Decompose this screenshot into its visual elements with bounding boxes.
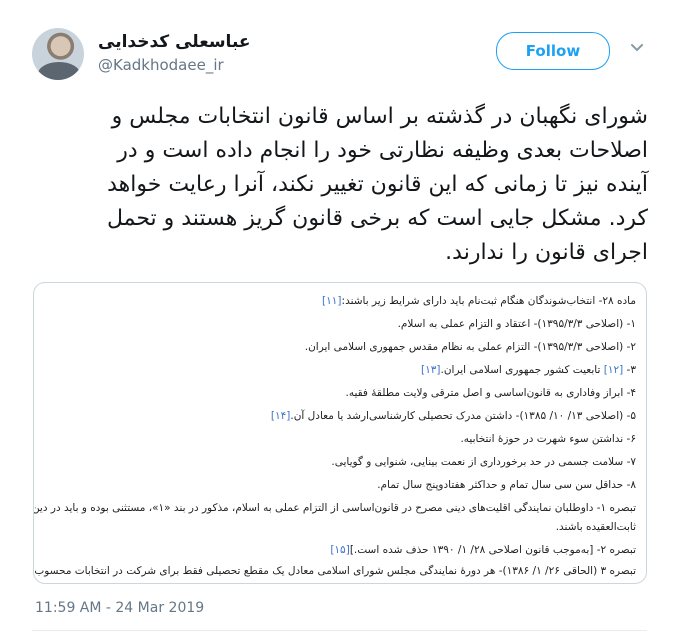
user-names[interactable]: عباسعلی کدخدایی @Kadkhodaee_ir bbox=[98, 32, 251, 74]
law-line: ۴- ابراز وفاداری به قانون‌اساسی و اصل مت… bbox=[345, 387, 636, 399]
law-line: ۸- حداقل سن سی سال تمام و حداکثر هفتادوپ… bbox=[377, 479, 636, 491]
law-line: ۶- نداشتن سوء شهرت در حوزهٔ انتخابیه. bbox=[460, 433, 636, 445]
attached-image-law-text[interactable]: ماده ۲۸- انتخاب‌شوندگان هنگام ثبت‌نام با… bbox=[33, 282, 647, 584]
law-line: تبصره ۱- داوطلبان نمایندگی اقلیت‌های دین… bbox=[33, 502, 636, 514]
law-line: ۵- (اصلاحی ۱۳/ ۱۰/ ۱۳۸۵)- داشتن مدرک تحص… bbox=[270, 410, 636, 422]
tweet-text: شورای نگهبان در گذشته بر اساس قانون انتخ… bbox=[28, 100, 648, 270]
follow-button[interactable]: Follow bbox=[496, 32, 610, 70]
tweet-timestamp[interactable]: 11:59 AM - 24 Mar 2019 bbox=[35, 600, 204, 616]
tweet-line: آینده نیز تا زمانی که این قانون تغییر نک… bbox=[107, 172, 648, 197]
avatar[interactable] bbox=[32, 28, 84, 80]
tweet-line: کرد. مشکل جایی است که برخی قانون گریز هس… bbox=[106, 206, 648, 231]
divider bbox=[32, 630, 647, 631]
law-line: ۳- [۱۲] تابعیت کشور جمهوری اسلامی ایران.… bbox=[421, 364, 636, 376]
law-line: ۱- (اصلاحی ۱۳۹۵/۳/۳)- اعتقاد و التزام عم… bbox=[397, 318, 636, 330]
tweet-line: شورای نگهبان در گذشته بر اساس قانون انتخ… bbox=[111, 104, 648, 129]
law-line: ۷- سلامت جسمی در حد برخورداری از نعمت بی… bbox=[331, 456, 636, 468]
display-name[interactable]: عباسعلی کدخدایی bbox=[98, 32, 251, 52]
tweet-header: عباسعلی کدخدایی @Kadkhodaee_ir Follow bbox=[0, 0, 679, 100]
chevron-down-icon[interactable] bbox=[630, 41, 644, 55]
user-handle[interactable]: @Kadkhodaee_ir bbox=[98, 56, 251, 74]
law-line: ثابت‌العقیده باشند. bbox=[555, 521, 636, 533]
law-line: تبصره ۲- [به‌موجب قانون اصلاحی ۲۸/ ۱/ ۱۳… bbox=[330, 544, 636, 556]
law-line: ۲- (اصلاحی ۱۳۹۵/۳/۳)- التزام عملی به نظا… bbox=[304, 341, 636, 353]
law-line: ماده ۲۸- انتخاب‌شوندگان هنگام ثبت‌نام با… bbox=[322, 295, 636, 307]
law-line: تبصره ۳ (الحاقی ۲۶/ ۱/ ۱۳۸۶)- هر دورهٔ ن… bbox=[34, 565, 636, 577]
tweet-line: اصلاحات بعدی وظیفه نظارتی خود را انجام د… bbox=[117, 138, 648, 163]
tweet-line: اجرای قانون را ندارند. bbox=[445, 240, 648, 265]
